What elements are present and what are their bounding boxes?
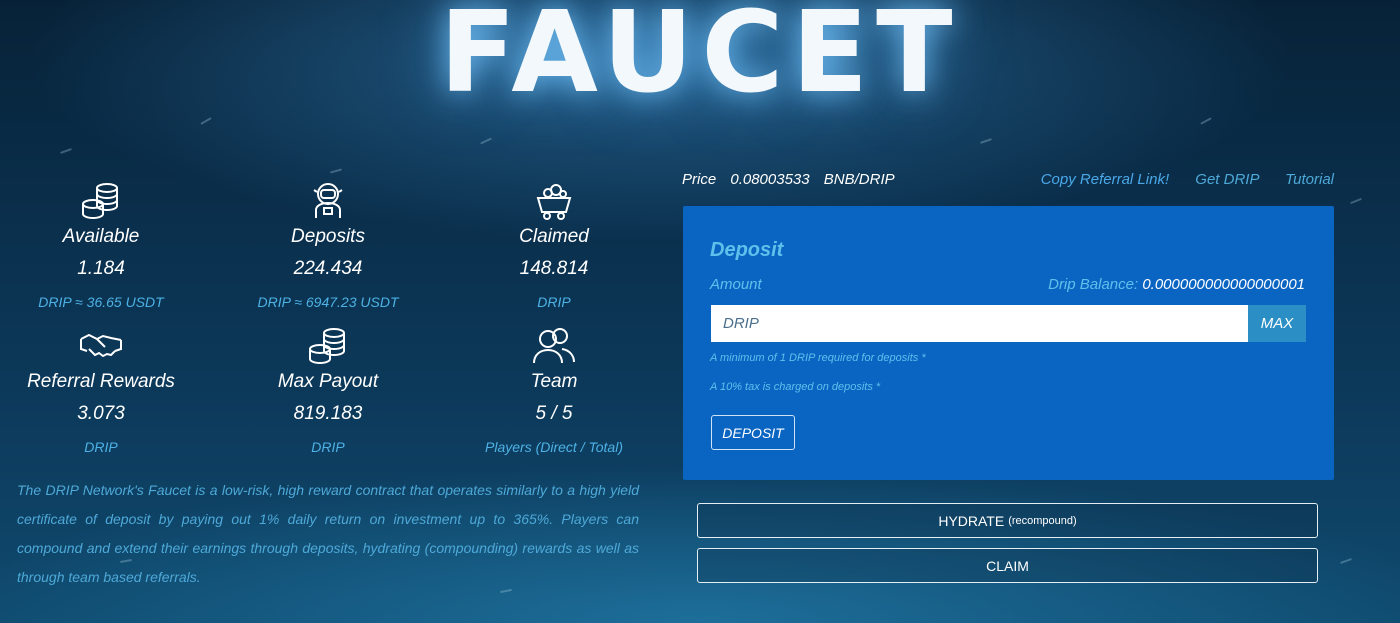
minimum-deposit-note: A minimum of 1 DRIP required for deposit… bbox=[710, 352, 926, 364]
drip-balance-label: Drip Balance: bbox=[1048, 276, 1139, 293]
stat-value: 148.814 bbox=[519, 258, 589, 279]
stat-value: 5 / 5 bbox=[535, 403, 573, 424]
deposit-button[interactable]: DEPOSIT bbox=[711, 415, 795, 450]
coins-stack-icon bbox=[309, 328, 345, 365]
page-title: FAUCET bbox=[439, 0, 961, 118]
stat-value: 224.434 bbox=[293, 258, 363, 279]
deposit-amount-input[interactable] bbox=[711, 305, 1248, 342]
stat-label: Team bbox=[530, 371, 578, 392]
handshake-icon bbox=[80, 333, 122, 358]
stat-sub: DRIP ≈ 6947.23 USDT bbox=[257, 294, 399, 310]
stat-value: 819.183 bbox=[293, 403, 363, 424]
get-drip-link[interactable]: Get DRIP bbox=[1195, 171, 1259, 188]
top-bar: Price 0.08003533 BNB/DRIP Copy Referral … bbox=[682, 171, 1334, 191]
amount-label: Amount bbox=[710, 276, 762, 293]
deposit-input-row: MAX bbox=[711, 305, 1306, 342]
deposit-panel: Deposit Amount Drip Balance: 0.000000000… bbox=[683, 206, 1334, 480]
astronaut-icon bbox=[313, 183, 343, 218]
max-button[interactable]: MAX bbox=[1248, 305, 1306, 342]
coins-icon bbox=[82, 183, 118, 220]
stat-claimed: Claimed 148.814 DRIP bbox=[444, 180, 664, 310]
price-value: 0.08003533 bbox=[730, 171, 810, 188]
price-label: Price bbox=[682, 171, 717, 188]
stat-label: Referral Rewards bbox=[27, 371, 175, 392]
deposit-title: Deposit bbox=[710, 239, 784, 261]
hydrate-button[interactable]: HYDRATE (recompound) bbox=[697, 503, 1318, 538]
stat-sub: DRIP bbox=[311, 439, 345, 455]
claim-button[interactable]: CLAIM bbox=[697, 548, 1318, 583]
stat-sub: DRIP bbox=[84, 439, 118, 455]
stat-sub: Players (Direct / Total) bbox=[485, 439, 623, 455]
stat-label: Claimed bbox=[519, 226, 589, 247]
top-links: Copy Referral Link! Get DRIP Tutorial bbox=[1019, 171, 1334, 188]
stat-label: Max Payout bbox=[277, 371, 379, 392]
stat-team: Team 5 / 5 Players (Direct / Total) bbox=[444, 325, 664, 455]
stat-label: Deposits bbox=[291, 226, 365, 247]
mine-cart-icon bbox=[536, 184, 572, 220]
stat-value: 1.184 bbox=[77, 258, 125, 279]
drip-balance: Drip Balance: 0.000000000000000001 bbox=[1048, 276, 1305, 293]
stat-sub: DRIP ≈ 36.65 USDT bbox=[38, 294, 164, 310]
stat-referral-rewards: Referral Rewards 3.073 DRIP bbox=[0, 325, 211, 455]
stat-label: Available bbox=[62, 226, 140, 247]
claim-label: CLAIM bbox=[986, 557, 1029, 574]
hydrate-sub-label: (recompound) bbox=[1008, 514, 1077, 527]
stat-sub: DRIP bbox=[537, 294, 571, 310]
hydrate-label: HYDRATE bbox=[938, 512, 1005, 529]
stat-max-payout: Max Payout 819.183 DRIP bbox=[218, 325, 438, 455]
deposit-tax-note: A 10% tax is charged on deposits * bbox=[710, 381, 881, 393]
team-icon bbox=[533, 328, 575, 364]
price-display: Price 0.08003533 BNB/DRIP bbox=[682, 171, 905, 188]
faucet-description: The DRIP Network's Faucet is a low-risk,… bbox=[17, 482, 639, 585]
stat-deposits: Deposits 224.434 DRIP ≈ 6947.23 USDT bbox=[218, 180, 438, 310]
drip-balance-value: 0.000000000000000001 bbox=[1142, 276, 1305, 293]
stat-value: 3.073 bbox=[77, 403, 125, 424]
copy-referral-link[interactable]: Copy Referral Link! bbox=[1041, 171, 1169, 188]
tutorial-link[interactable]: Tutorial bbox=[1285, 171, 1334, 188]
price-unit: BNB/DRIP bbox=[823, 171, 895, 188]
stat-available: Available 1.184 DRIP ≈ 36.65 USDT bbox=[0, 180, 211, 310]
